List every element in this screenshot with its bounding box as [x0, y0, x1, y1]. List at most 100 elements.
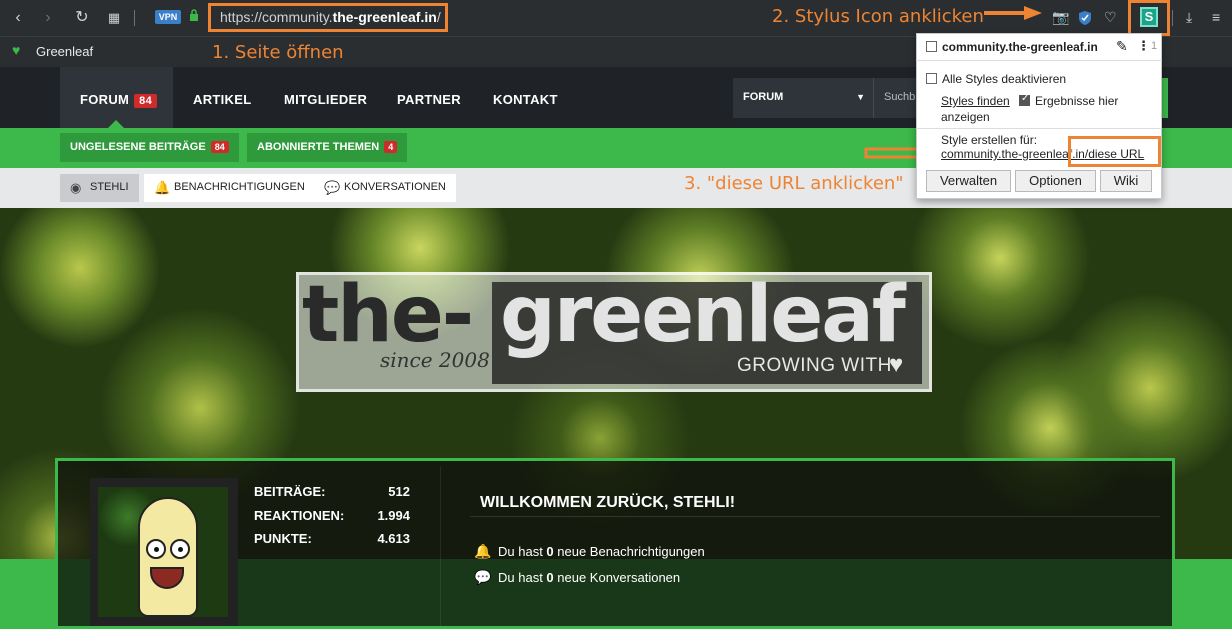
stat-value-points: 4.613 — [377, 531, 410, 546]
browser-toolbar — [0, 0, 1232, 36]
shield-icon[interactable] — [1078, 10, 1092, 26]
panel-divider — [440, 466, 441, 626]
style-count: 1 — [1151, 40, 1158, 52]
forum-badge: 84 — [134, 94, 158, 108]
subscribed-threads-label: ABONNIERTE THEMEN — [257, 141, 380, 153]
nav-tab-kontakt[interactable]: KONTAKT — [493, 92, 558, 107]
search-scope-select[interactable]: FORUM ▼ — [733, 78, 873, 118]
show-results-label-2: anzeigen — [941, 110, 990, 124]
disable-all-label: Alle Styles deaktivieren — [942, 72, 1067, 86]
disable-all-toggle[interactable]: Alle Styles deaktivieren — [926, 72, 1066, 86]
disable-all-checkbox[interactable] — [926, 73, 937, 84]
wiki-button[interactable]: Wiki — [1100, 170, 1152, 192]
url-domain: the-greenleaf.in — [332, 9, 437, 25]
subscribed-badge: 4 — [384, 141, 398, 153]
stat-label-posts: BEITRÄGE: — [254, 484, 326, 499]
notifications-button[interactable]: 🔔 BENACHRICHTIGUNGEN — [144, 174, 315, 202]
bell-icon: 🔔 — [474, 543, 492, 559]
nav-tab-artikel[interactable]: ARTIKEL — [193, 92, 251, 107]
avatar-character — [138, 497, 198, 617]
show-results-label: Ergebnisse hier — [1035, 94, 1119, 108]
download-icon[interactable]: ⤓ — [1186, 8, 1192, 26]
grid-icon[interactable]: ▦ — [104, 8, 124, 28]
conv-post: neue Konversationen — [553, 570, 681, 585]
notif-count: 0 — [546, 544, 554, 559]
annotation-step-2: 2. Stylus Icon anklicken — [772, 6, 984, 27]
pencil-icon[interactable]: ✎ — [1116, 38, 1128, 55]
bell-icon: 🔔 — [154, 180, 171, 195]
conv-pre: Du hast — [498, 570, 547, 585]
arrow-step-2 — [984, 6, 1042, 20]
notif-pre: Du hast — [498, 544, 547, 559]
conv-count: 0 — [546, 570, 554, 585]
conversations-button[interactable]: 💬 KONVERSATIONEN — [314, 174, 456, 202]
nav-tab-partner[interactable]: PARTNER — [397, 92, 461, 107]
back-icon[interactable]: ‹ — [8, 8, 28, 28]
stat-label-points: PUNKTE: — [254, 531, 312, 546]
more-icon[interactable]: ⋮ — [1137, 38, 1150, 54]
show-results-toggle[interactable]: Ergebnisse hier — [1019, 93, 1119, 108]
logo-text-the: the- — [302, 270, 474, 360]
heart-icon[interactable]: ♡ — [1104, 8, 1117, 26]
avatar-eye — [146, 539, 166, 559]
lock-icon — [190, 9, 198, 21]
create-style-domain-link[interactable]: community.the-greenleaf.in — [941, 147, 1085, 161]
stylus-icon[interactable]: S — [1140, 7, 1158, 27]
stat-label-reactions: REAKTIONEN: — [254, 508, 345, 523]
chat-icon: 💬 — [324, 180, 341, 195]
logo-growing: GROWING WITH — [737, 355, 892, 376]
find-styles-link[interactable]: Styles finden — [941, 94, 1010, 108]
subscribed-threads-button[interactable]: ABONNIERTE THEMEN 4 — [247, 133, 408, 162]
annotation-step-3: 3. "diese URL anklicken" — [684, 173, 904, 194]
user-icon: ◉ — [70, 180, 82, 195]
conversations-info[interactable]: 💬 Du hast 0 neue Konversationen — [474, 569, 680, 586]
menu-icon[interactable]: ≡ — [1212, 8, 1220, 26]
heart-icon: ♥ — [889, 351, 904, 378]
options-button[interactable]: Optionen — [1015, 170, 1096, 192]
greenleaf-heart-icon: ♥ — [12, 42, 21, 58]
vpn-badge[interactable]: VPN — [155, 10, 181, 24]
show-results-checkbox[interactable] — [1019, 93, 1030, 106]
address-bar[interactable]: https://community.the-greenleaf.in/ — [220, 9, 441, 25]
user-name: STEHLI — [90, 181, 129, 193]
popup-site-label: community.the-greenleaf.in — [942, 40, 1098, 54]
logo-since: since 2008 — [380, 348, 490, 372]
unread-badge: 84 — [210, 141, 229, 153]
chat-icon: 💬 — [474, 569, 492, 585]
bookmark-greenleaf[interactable]: Greenleaf — [36, 44, 93, 59]
create-style-label: Style erstellen für: — [941, 133, 1038, 147]
popup-site-toggle[interactable]: community.the-greenleaf.in — [926, 40, 1098, 54]
url-prefix: https://community. — [220, 9, 333, 25]
manage-button[interactable]: Verwalten — [926, 170, 1011, 192]
toolbar-separator — [1172, 10, 1173, 26]
nav-tab-forum[interactable]: FORUM 84 — [80, 92, 158, 108]
avatar-image — [98, 487, 228, 617]
notif-post: neue Benachrichtigungen — [553, 544, 705, 559]
nav-tab-mitglieder[interactable]: MITGLIEDER — [284, 92, 367, 107]
popup-divider — [916, 128, 1162, 129]
site-checkbox[interactable] — [926, 41, 937, 52]
nav-forum-label: FORUM — [80, 92, 130, 107]
stat-value-reactions: 1.994 — [377, 508, 410, 523]
logo-text-greenleaf: greenleaf — [500, 270, 906, 360]
annotation-step-1: 1. Seite öffnen — [212, 42, 344, 63]
welcome-divider — [470, 516, 1160, 517]
active-tab-caret — [108, 120, 124, 128]
avatar-mouth — [150, 567, 184, 589]
this-url-highlight-box — [1068, 136, 1161, 167]
unread-posts-button[interactable]: UNGELESENE BEITRÄGE 84 — [60, 133, 239, 162]
welcome-title: WILLKOMMEN ZURÜCK, STEHLI! — [480, 494, 736, 511]
forward-icon[interactable]: › — [38, 8, 58, 28]
reload-icon[interactable]: ↻ — [72, 8, 92, 28]
camera-icon[interactable]: 📷 — [1052, 8, 1069, 26]
search-scope-label: FORUM — [743, 91, 784, 103]
popup-divider — [916, 60, 1162, 61]
avatar-eye — [170, 539, 190, 559]
notifications-label: BENACHRICHTIGUNGEN — [174, 181, 305, 193]
chevron-down-icon: ▼ — [856, 92, 865, 102]
conversations-label: KONVERSATIONEN — [344, 181, 446, 193]
unread-posts-label: UNGELESENE BEITRÄGE — [70, 141, 206, 153]
user-menu-button[interactable]: ◉ STEHLI — [60, 174, 139, 202]
url-suffix: / — [436, 9, 441, 25]
notifications-info[interactable]: 🔔 Du hast 0 neue Benachrichtigungen — [474, 543, 705, 560]
